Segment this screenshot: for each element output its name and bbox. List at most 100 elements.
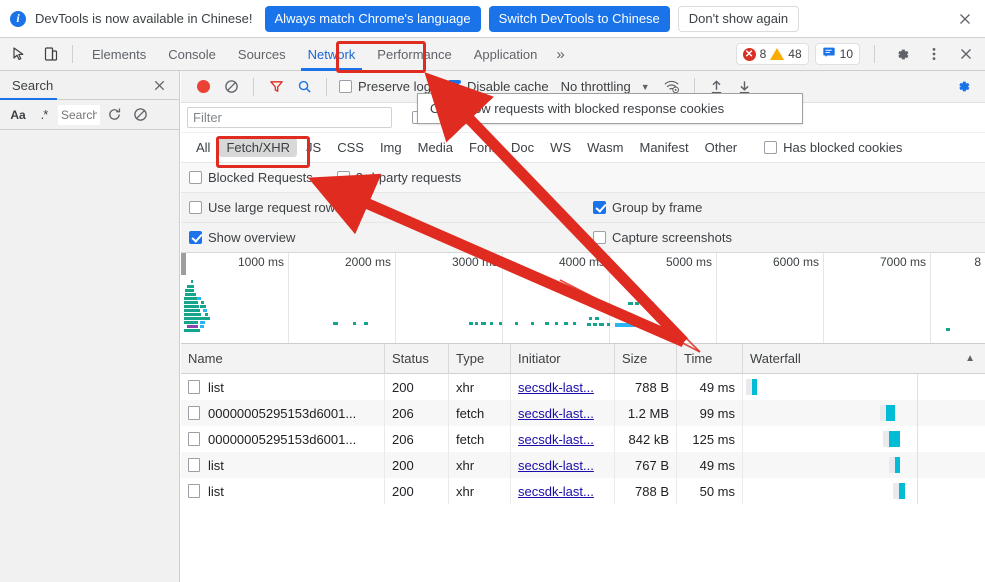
initiator-link[interactable]: secsdk-last...: [518, 432, 594, 447]
tab-performance[interactable]: Performance: [366, 38, 462, 71]
overview-scroll-handle[interactable]: [181, 253, 186, 275]
group-by-frame-checkbox[interactable]: Group by frame: [593, 200, 702, 215]
column-header-waterfall[interactable]: Waterfall ▲: [743, 344, 985, 374]
inspect-cursor-icon[interactable]: [6, 41, 32, 67]
cell-name[interactable]: list: [181, 452, 385, 478]
refresh-icon[interactable]: [102, 103, 126, 127]
type-filter-ws[interactable]: WS: [543, 138, 578, 157]
type-filter-js[interactable]: JS: [299, 138, 328, 157]
network-settings-gear-icon[interactable]: [949, 74, 977, 100]
tab-search[interactable]: Search: [0, 71, 53, 100]
column-header-time[interactable]: Time: [677, 344, 743, 374]
initiator-link[interactable]: secsdk-last...: [518, 484, 594, 499]
type-filter-fetch-xhr[interactable]: Fetch/XHR: [219, 138, 297, 157]
cell-initiator[interactable]: secsdk-last...: [511, 452, 615, 478]
close-devtools-icon[interactable]: [953, 41, 979, 67]
network-overview[interactable]: 1000 ms 2000 ms 3000 ms 4000 ms 5000 ms …: [181, 252, 985, 344]
dont-show-again-button[interactable]: Don't show again: [678, 6, 799, 32]
overview-tick-label: 8: [974, 255, 981, 269]
match-case-icon[interactable]: Aa: [6, 103, 30, 127]
blocked-requests-checkbox[interactable]: Blocked Requests: [189, 170, 313, 185]
column-header-size[interactable]: Size: [615, 344, 677, 374]
filter-input[interactable]: [187, 107, 392, 128]
tab-console[interactable]: Console: [157, 38, 227, 71]
cell-waterfall: [743, 478, 985, 504]
tab-network[interactable]: Network: [297, 38, 367, 71]
cell-initiator[interactable]: secsdk-last...: [511, 426, 615, 452]
cell-name[interactable]: 00000005295153d6001...: [181, 400, 385, 426]
record-icon[interactable]: [189, 74, 217, 100]
initiator-link[interactable]: secsdk-last...: [518, 406, 594, 421]
column-header-type[interactable]: Type: [449, 344, 511, 374]
type-filter-font[interactable]: Font: [462, 138, 502, 157]
third-party-requests-label: 3rd-party requests: [356, 170, 462, 185]
type-filter-other[interactable]: Other: [698, 138, 745, 157]
cell-name[interactable]: list: [181, 374, 385, 400]
overview-bar: [531, 322, 534, 325]
type-filter-img[interactable]: Img: [373, 138, 409, 157]
device-toolbar-icon[interactable]: [38, 41, 64, 67]
overview-bar: [475, 322, 478, 325]
cell-name[interactable]: list: [181, 478, 385, 504]
search-icon[interactable]: [290, 74, 318, 100]
initiator-link[interactable]: secsdk-last...: [518, 458, 594, 473]
type-filter-manifest[interactable]: Manifest: [632, 138, 695, 157]
show-overview-checkbox[interactable]: Show overview: [189, 230, 295, 245]
waterfall-divider: [917, 400, 918, 426]
tab-elements[interactable]: Elements: [81, 38, 157, 71]
sort-ascending-icon[interactable]: ▲: [965, 353, 975, 364]
table-row[interactable]: list200xhrsecsdk-last...788 B49 ms: [181, 374, 985, 400]
tab-sources[interactable]: Sources: [227, 38, 297, 71]
table-row[interactable]: list200xhrsecsdk-last...788 B50 ms: [181, 478, 985, 504]
table-row[interactable]: list200xhrsecsdk-last...767 B49 ms: [181, 452, 985, 478]
capture-screenshots-checkbox[interactable]: Capture screenshots: [593, 230, 732, 245]
table-row[interactable]: 00000005295153d6001...206fetchsecsdk-las…: [181, 400, 985, 426]
type-filter-wasm[interactable]: Wasm: [580, 138, 630, 157]
column-header-status[interactable]: Status: [385, 344, 449, 374]
messages-counter[interactable]: 10: [815, 43, 860, 65]
display-options-row-2: Show overview Capture screenshots: [181, 222, 985, 252]
has-blocked-cookies-checkbox[interactable]: Has blocked cookies: [764, 140, 902, 155]
overview-bar: [184, 321, 198, 324]
toolbar-divider: [72, 45, 73, 63]
overview-bar: [200, 325, 204, 328]
chevron-down-icon[interactable]: ▼: [641, 82, 650, 92]
filter-funnel-icon[interactable]: [262, 74, 290, 100]
waterfall-bar: [886, 405, 895, 421]
type-filter-css[interactable]: CSS: [330, 138, 371, 157]
gear-icon[interactable]: [889, 41, 915, 67]
always-match-language-button[interactable]: Always match Chrome's language: [265, 6, 481, 32]
error-icon: ✕: [743, 48, 756, 61]
clear-icon[interactable]: [217, 74, 245, 100]
initiator-link[interactable]: secsdk-last...: [518, 380, 594, 395]
search-input[interactable]: [58, 105, 100, 125]
cell-initiator[interactable]: secsdk-last...: [511, 400, 615, 426]
disable-cache-checkbox[interactable]: Disable cache: [448, 79, 549, 94]
close-icon[interactable]: [957, 11, 973, 27]
type-filter-all[interactable]: All: [189, 138, 217, 157]
request-name: 00000005295153d6001...: [208, 432, 356, 447]
preserve-log-checkbox[interactable]: Preserve log: [339, 79, 431, 94]
type-filter-doc[interactable]: Doc: [504, 138, 541, 157]
kebab-menu-icon[interactable]: [921, 41, 947, 67]
cell-initiator[interactable]: secsdk-last...: [511, 374, 615, 400]
tab-application[interactable]: Application: [463, 38, 549, 71]
preserve-log-label: Preserve log: [358, 79, 431, 94]
more-tabs-icon[interactable]: »: [548, 46, 572, 63]
switch-to-chinese-button[interactable]: Switch DevTools to Chinese: [489, 6, 670, 32]
type-filter-media[interactable]: Media: [411, 138, 460, 157]
clear-icon[interactable]: [128, 103, 152, 127]
use-large-rows-checkbox[interactable]: Use large request rows: [189, 200, 342, 215]
cell-name[interactable]: 00000005295153d6001...: [181, 426, 385, 452]
throttling-select[interactable]: No throttling: [561, 79, 631, 94]
checkbox-box: [448, 80, 461, 93]
regex-icon[interactable]: .*: [32, 103, 56, 127]
column-header-name[interactable]: Name: [181, 344, 385, 374]
column-header-initiator[interactable]: Initiator: [511, 344, 615, 374]
overview-bar: [333, 322, 338, 325]
close-icon[interactable]: [152, 78, 167, 98]
table-row[interactable]: 00000005295153d6001...206fetchsecsdk-las…: [181, 426, 985, 452]
third-party-requests-checkbox[interactable]: 3rd-party requests: [337, 170, 462, 185]
issues-counters[interactable]: ✕ 8 48: [736, 43, 809, 65]
cell-initiator[interactable]: secsdk-last...: [511, 478, 615, 504]
